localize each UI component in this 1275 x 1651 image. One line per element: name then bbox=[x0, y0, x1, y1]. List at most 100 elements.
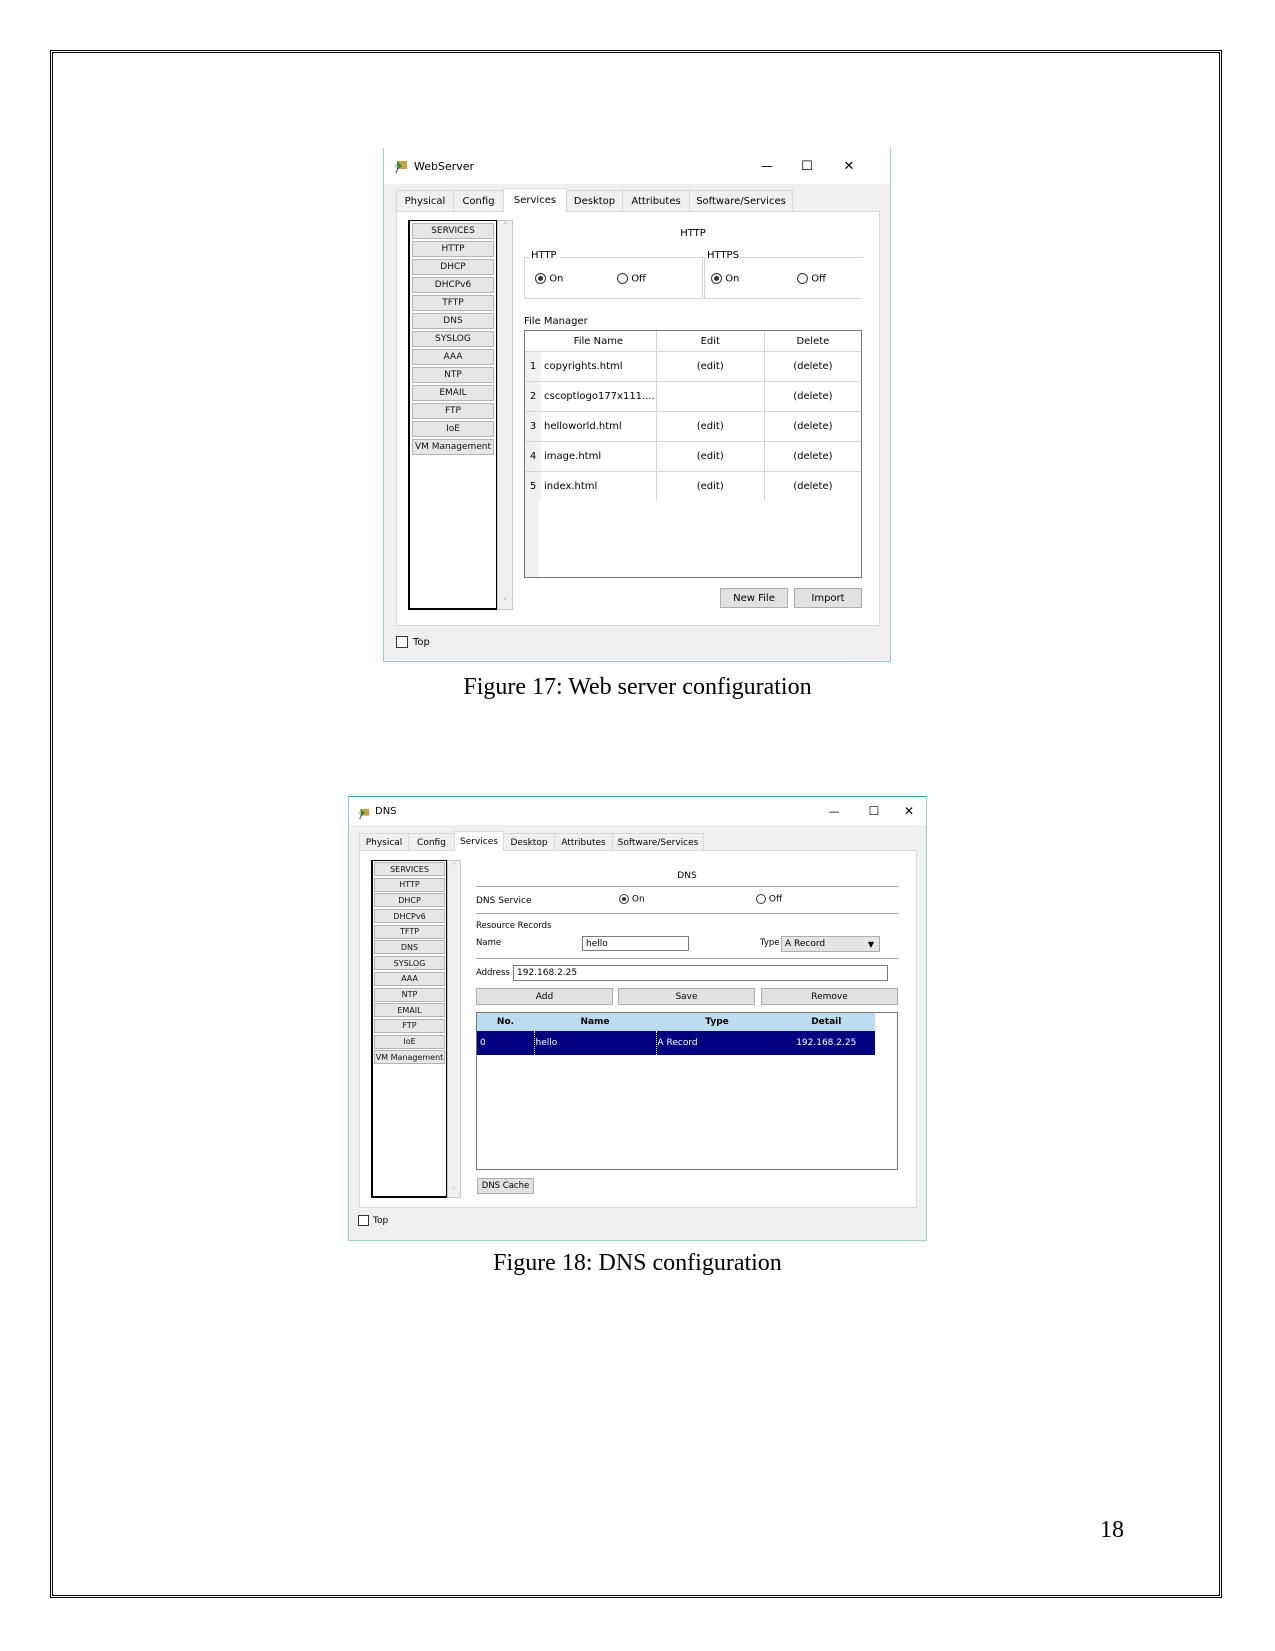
http-group-label: HTTP bbox=[529, 250, 559, 261]
record-type: A Record bbox=[656, 1031, 778, 1055]
service-item-vm-management[interactable]: VM Management bbox=[412, 439, 494, 455]
tab-attributes[interactable]: Attributes bbox=[554, 833, 613, 851]
resource-records-label: Resource Records bbox=[476, 921, 552, 931]
minimize-button[interactable]: — bbox=[752, 148, 782, 184]
service-item-syslog[interactable]: SYSLOG bbox=[412, 331, 494, 347]
scroll-down-icon[interactable]: ˅ bbox=[498, 598, 512, 608]
type-select[interactable]: A Record ▼ bbox=[781, 936, 880, 952]
figure-18-caption: Figure 18: DNS configuration bbox=[493, 1250, 782, 1276]
tab-software-services[interactable]: Software/Services bbox=[612, 833, 704, 851]
tab-config[interactable]: Config bbox=[408, 833, 455, 851]
service-item-dhcp[interactable]: DHCP bbox=[374, 893, 445, 908]
column-header-delete: Delete bbox=[796, 335, 830, 347]
service-item-ftp[interactable]: FTP bbox=[412, 403, 494, 419]
dns-on-radio[interactable]: On bbox=[619, 894, 645, 905]
service-item-tftp[interactable]: TFTP bbox=[374, 924, 445, 939]
tab-desktop[interactable]: Desktop bbox=[566, 190, 623, 212]
address-input[interactable]: 192.168.2.25 bbox=[513, 965, 888, 981]
delete-link[interactable]: (delete) bbox=[764, 411, 861, 442]
service-item-syslog[interactable]: SYSLOG bbox=[374, 956, 445, 971]
row-number: 2 bbox=[525, 381, 541, 412]
row-number: 1 bbox=[525, 351, 541, 382]
table-row: 5 index.html (edit) (delete) bbox=[525, 471, 861, 501]
checkbox-box[interactable] bbox=[396, 636, 408, 648]
tab-physical[interactable]: Physical bbox=[396, 190, 454, 212]
service-item-dhcp[interactable]: DHCP bbox=[412, 259, 494, 275]
service-item-ioe[interactable]: IoE bbox=[412, 421, 494, 437]
edit-link[interactable]: (edit) bbox=[656, 411, 765, 442]
scroll-up-icon[interactable]: ˄ bbox=[448, 862, 460, 871]
services-scrollbar[interactable]: ˄ ˅ bbox=[497, 220, 513, 610]
edit-link[interactable]: (edit) bbox=[656, 471, 765, 501]
file-name: helloworld.html bbox=[541, 411, 657, 442]
service-item-http[interactable]: HTTP bbox=[412, 241, 494, 257]
maximize-button[interactable]: ☐ bbox=[792, 148, 822, 184]
window-title: WebServer bbox=[414, 159, 475, 173]
remove-button[interactable]: Remove bbox=[761, 988, 898, 1005]
file-name: copyrights.html bbox=[541, 351, 657, 382]
service-item-vm-management[interactable]: VM Management bbox=[374, 1050, 445, 1065]
https-on-radio[interactable]: On bbox=[711, 273, 739, 285]
service-item-ntp[interactable]: NTP bbox=[374, 987, 445, 1002]
dns-records-table: No. Name Type Detail 0 hello A Record 19… bbox=[476, 1012, 898, 1170]
save-button[interactable]: Save bbox=[618, 988, 755, 1005]
title-bar: DNS — ☐ ✕ bbox=[349, 797, 926, 825]
service-item-email[interactable]: EMAIL bbox=[374, 1003, 445, 1018]
service-item-ntp[interactable]: NTP bbox=[412, 367, 494, 383]
edit-link[interactable]: (edit) bbox=[656, 351, 765, 382]
column-header-file-name: File Name bbox=[541, 331, 657, 352]
address-label: Address bbox=[476, 968, 510, 978]
http-off-radio[interactable]: Off bbox=[617, 273, 646, 285]
new-file-button[interactable]: New File bbox=[720, 588, 788, 608]
delete-link[interactable]: (delete) bbox=[764, 471, 861, 501]
close-button[interactable]: ✕ bbox=[896, 797, 922, 825]
service-item-services[interactable]: SERVICES bbox=[412, 223, 494, 239]
tab-attributes[interactable]: Attributes bbox=[622, 190, 690, 212]
add-button[interactable]: Add bbox=[476, 988, 613, 1005]
scroll-up-icon[interactable]: ˄ bbox=[498, 222, 512, 232]
tab-desktop[interactable]: Desktop bbox=[503, 833, 555, 851]
checkbox-box[interactable] bbox=[358, 1215, 369, 1226]
delete-link[interactable]: (delete) bbox=[764, 351, 861, 382]
tab-config[interactable]: Config bbox=[453, 190, 504, 212]
service-item-ftp[interactable]: FTP bbox=[374, 1018, 445, 1033]
tab-services[interactable]: Services bbox=[454, 831, 504, 851]
close-button[interactable]: ✕ bbox=[834, 148, 864, 184]
tab-bar: Physical Config Services Desktop Attribu… bbox=[396, 188, 793, 212]
record-name: hello bbox=[533, 1031, 657, 1055]
top-checkbox[interactable]: Top bbox=[396, 636, 430, 648]
service-item-tftp[interactable]: TFTP bbox=[412, 295, 494, 311]
edit-link[interactable]: (edit) bbox=[656, 441, 765, 472]
http-on-radio[interactable]: On bbox=[535, 273, 563, 285]
service-item-email[interactable]: EMAIL bbox=[412, 385, 494, 401]
type-select-value: A Record bbox=[785, 939, 826, 949]
tab-physical[interactable]: Physical bbox=[359, 833, 409, 851]
service-item-dhcpv6[interactable]: DHCPv6 bbox=[412, 277, 494, 293]
maximize-button[interactable]: ☐ bbox=[861, 797, 887, 825]
table-row[interactable]: 0 hello A Record 192.168.2.25 bbox=[477, 1031, 875, 1055]
services-scrollbar[interactable]: ˄ ˅ bbox=[447, 860, 461, 1198]
dns-off-radio[interactable]: Off bbox=[756, 894, 782, 905]
name-input[interactable]: hello bbox=[582, 936, 689, 951]
https-off-radio[interactable]: Off bbox=[797, 273, 826, 285]
divider bbox=[476, 886, 898, 887]
service-item-http[interactable]: HTTP bbox=[374, 877, 445, 892]
file-name: index.html bbox=[541, 471, 657, 501]
service-item-services[interactable]: SERVICES bbox=[374, 862, 445, 876]
service-item-aaa[interactable]: AAA bbox=[412, 349, 494, 365]
service-item-dns[interactable]: DNS bbox=[374, 940, 445, 955]
delete-link[interactable]: (delete) bbox=[764, 381, 861, 412]
service-item-dns[interactable]: DNS bbox=[412, 313, 494, 329]
tab-software-services[interactable]: Software/Services bbox=[689, 190, 793, 212]
tab-services[interactable]: Services bbox=[503, 188, 567, 212]
service-item-ioe[interactable]: IoE bbox=[374, 1034, 445, 1049]
services-list: SERVICES HTTP DHCP DHCPv6 TFTP DNS SYSLO… bbox=[408, 220, 497, 610]
service-item-aaa[interactable]: AAA bbox=[374, 971, 445, 986]
dns-cache-button[interactable]: DNS Cache bbox=[477, 1178, 534, 1194]
service-item-dhcpv6[interactable]: DHCPv6 bbox=[374, 909, 445, 924]
import-button[interactable]: Import bbox=[794, 588, 862, 608]
delete-link[interactable]: (delete) bbox=[764, 441, 861, 472]
top-checkbox[interactable]: Top bbox=[358, 1215, 388, 1226]
scroll-down-icon[interactable]: ˅ bbox=[448, 1187, 460, 1196]
minimize-button[interactable]: — bbox=[821, 797, 847, 825]
